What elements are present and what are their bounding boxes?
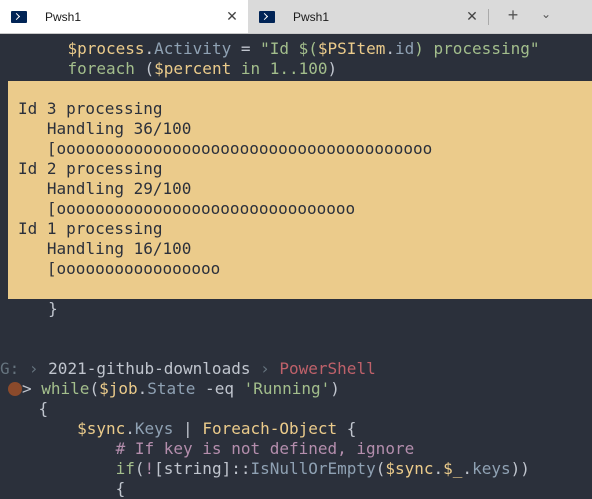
git-glyph: G: bbox=[0, 359, 20, 378]
progress-status: Handling 16/100 bbox=[46, 239, 192, 258]
powershell-icon bbox=[11, 10, 27, 23]
progress-title: Id 1 processing bbox=[18, 219, 163, 238]
tab-pwsh1-active[interactable]: Pwsh1 ✕ bbox=[0, 0, 248, 33]
code-line: if(![string]::IsNullOrEmpty($sync.$_.key… bbox=[115, 459, 530, 478]
powershell-icon bbox=[259, 10, 275, 23]
code-line: > while($job.State -eq 'Running') bbox=[0, 379, 340, 399]
progress-status: Handling 36/100 bbox=[46, 119, 192, 138]
prompt-repo: PowerShell bbox=[279, 359, 376, 378]
code-line: $process.Activity = "Id $($PSItem.id) pr… bbox=[67, 39, 540, 58]
tab-divider bbox=[488, 9, 489, 25]
tab-label: Pwsh1 bbox=[45, 9, 82, 24]
close-tab-icon[interactable]: ✕ bbox=[462, 8, 482, 25]
progress-overlay: Id 3 processing Handling 36/100 [ooooooo… bbox=[8, 81, 592, 299]
new-tab-button[interactable]: + bbox=[504, 5, 522, 26]
code-line: } bbox=[0, 299, 58, 318]
tab-bar: Pwsh1 ✕ Pwsh1 ✕ + ⌄ bbox=[0, 0, 592, 34]
tab-pwsh1[interactable]: Pwsh1 ✕ bbox=[248, 0, 488, 33]
progress-bar: [ooooooooooooooooooooooooooooooo bbox=[46, 199, 356, 218]
chevron-down-icon[interactable]: ⌄ bbox=[537, 7, 555, 21]
tab-label: Pwsh1 bbox=[293, 9, 330, 24]
close-tab-icon[interactable]: ✕ bbox=[222, 8, 242, 25]
code-line: foreach ($percent in 1..100) bbox=[67, 59, 338, 78]
code-line: $sync.Keys | Foreach-Object { bbox=[77, 419, 357, 438]
code-line: { bbox=[115, 479, 126, 498]
code-line: { bbox=[0, 399, 49, 418]
prompt-caret: > bbox=[22, 379, 32, 398]
progress-title: Id 2 processing bbox=[18, 159, 163, 178]
progress-bar: [ooooooooooooooooo bbox=[46, 259, 221, 278]
prompt-directory: 2021-github-downloads bbox=[48, 359, 251, 378]
code-line: # If key is not defined, ignore bbox=[115, 439, 415, 458]
progress-bar: [ooooooooooooooooooooooooooooooooooooooo bbox=[46, 139, 433, 158]
progress-status: Handling 29/100 bbox=[46, 179, 192, 198]
beaver-icon bbox=[8, 382, 22, 396]
progress-title: Id 3 processing bbox=[18, 99, 163, 118]
prompt-line: G: › 2021-github-downloads › PowerShell bbox=[0, 359, 376, 378]
